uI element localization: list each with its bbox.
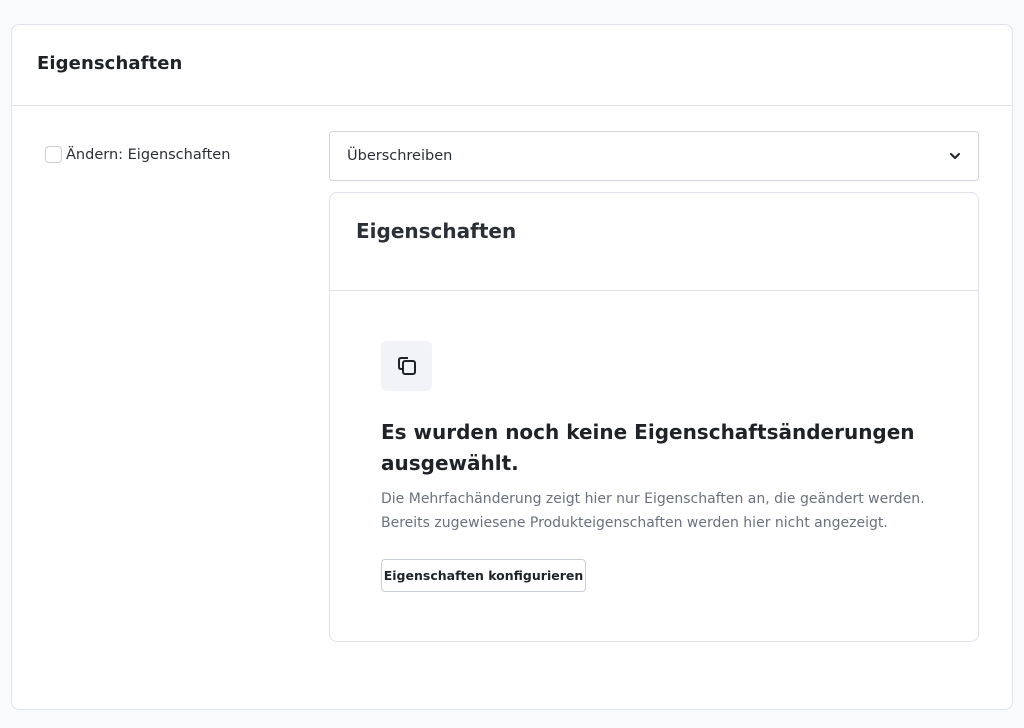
empty-state-icon-box [381,341,432,391]
card-title: Eigenschaften [37,53,183,74]
properties-panel-header: Eigenschaften [330,193,978,291]
properties-card: Eigenschaften Ändern: Eigenschaften Über… [11,24,1013,710]
empty-state-title: Es wurden noch keine Eigenschaftsänderun… [381,420,915,475]
mode-select-value: Überschreiben [347,148,453,164]
empty-state-description: Die Mehrfachänderung zeigt hier nur Eige… [381,491,925,531]
properties-panel: Eigenschaften Es wurden noch keine Eigen… [329,192,979,642]
properties-panel-title: Eigenschaften [356,219,517,243]
change-properties-row: Ändern: Eigenschaften [45,146,230,163]
change-properties-checkbox[interactable] [45,146,62,163]
card-header: Eigenschaften [12,25,1012,106]
copy-icon [397,357,416,375]
chevron-down-icon [950,153,960,159]
configure-properties-button[interactable]: Eigenschaften konfigurieren [381,559,586,592]
mode-select[interactable]: Überschreiben [329,131,979,181]
change-properties-label[interactable]: Ändern: Eigenschaften [66,147,230,163]
